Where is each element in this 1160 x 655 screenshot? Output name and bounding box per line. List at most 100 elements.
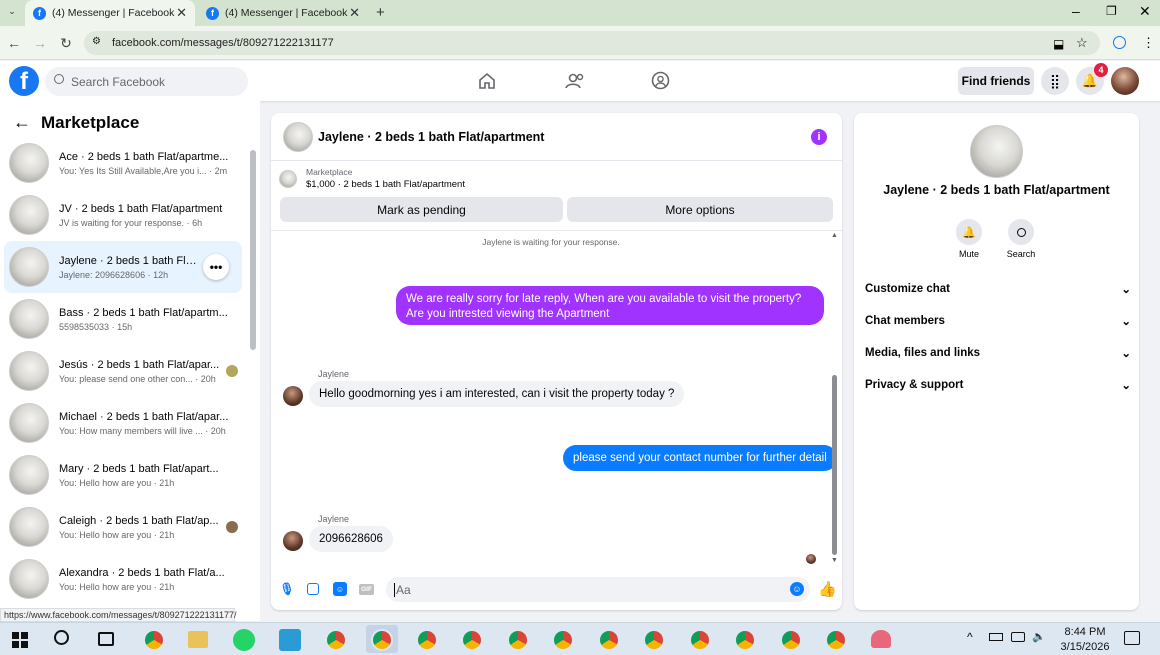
sender-avatar[interactable] bbox=[283, 386, 303, 406]
taskbar-search-icon[interactable] bbox=[54, 630, 69, 645]
chrome-icon[interactable] bbox=[143, 629, 165, 651]
taskbar-clock[interactable]: 8:44 PM 3/15/2026 bbox=[1050, 625, 1120, 655]
windows-taskbar bbox=[0, 622, 1160, 655]
chrome-profile-icon[interactable] bbox=[598, 629, 620, 651]
listing-thumbnail bbox=[9, 559, 49, 599]
chrome-profile-icon[interactable] bbox=[416, 629, 438, 651]
sender-avatar[interactable] bbox=[283, 531, 303, 551]
conversation-name: Michael · 2 beds 1 bath Flat/apar... bbox=[59, 410, 229, 423]
back-arrow-icon[interactable]: ← bbox=[13, 112, 31, 133]
chat-avatar[interactable] bbox=[283, 121, 313, 152]
whatsapp-icon[interactable] bbox=[233, 629, 255, 651]
show-hidden-icons-icon[interactable]: ^ bbox=[967, 630, 973, 644]
photo-icon[interactable] bbox=[307, 583, 319, 595]
messages-scrollbar[interactable] bbox=[832, 375, 837, 555]
incoming-message[interactable]: 2096628606 bbox=[309, 526, 393, 552]
tab-messenger-2[interactable]: f (4) Messenger | Facebook ✕ bbox=[198, 0, 368, 26]
find-friends-button[interactable]: Find friends bbox=[958, 67, 1034, 95]
outgoing-message[interactable]: please send your contact number for furt… bbox=[563, 445, 837, 471]
voice-recorder-icon[interactable] bbox=[279, 629, 301, 651]
conversation-item[interactable]: Jesús · 2 beds 1 bath Flat/apar... You: … bbox=[4, 345, 242, 397]
home-icon[interactable] bbox=[478, 72, 496, 93]
windows-start-icon[interactable] bbox=[12, 632, 28, 648]
install-app-icon[interactable]: ⬓ bbox=[1053, 37, 1064, 51]
search-input[interactable]: Search Facebook bbox=[45, 67, 248, 96]
info-avatar[interactable] bbox=[970, 125, 1023, 178]
volume-icon[interactable]: 🔈 bbox=[1032, 630, 1046, 643]
conversation-item[interactable]: Alexandra · 2 beds 1 bath Flat/a... You:… bbox=[4, 553, 242, 605]
network-icon[interactable] bbox=[1011, 632, 1025, 642]
friends-icon[interactable] bbox=[565, 72, 585, 93]
media-files-links-section[interactable]: Media, files and links ⌄ bbox=[865, 343, 1131, 363]
browser-menu-icon[interactable]: ⋮ bbox=[1142, 35, 1155, 51]
chrome-profile-icon[interactable] bbox=[825, 629, 847, 651]
emoji-icon[interactable]: ☺ bbox=[790, 582, 804, 596]
forward-icon[interactable]: → bbox=[30, 33, 50, 53]
back-icon[interactable]: ← bbox=[4, 33, 24, 53]
menu-grid-icon[interactable]: ⣿ bbox=[1041, 67, 1069, 95]
url-bar[interactable]: ⚙ facebook.com/messages/t/80927122213117… bbox=[84, 31, 1100, 55]
privacy-support-section[interactable]: Privacy & support ⌄ bbox=[865, 375, 1131, 395]
customize-chat-section[interactable]: Customize chat ⌄ bbox=[865, 279, 1131, 299]
conversation-item-selected[interactable]: Jaylene · 2 beds 1 bath Flat/a... Jaylen… bbox=[4, 241, 242, 293]
conversation-item[interactable]: Michael · 2 beds 1 bath Flat/apar... You… bbox=[4, 397, 242, 449]
site-settings-icon[interactable]: ⚙ bbox=[92, 36, 101, 47]
conversation-name: Alexandra · 2 beds 1 bath Flat/a... bbox=[59, 566, 225, 579]
chrome-profile-icon[interactable] bbox=[780, 629, 802, 651]
conversation-item[interactable]: Ace · 2 beds 1 bath Flat/apartme... You:… bbox=[4, 137, 242, 189]
sidebar-scrollbar[interactable] bbox=[250, 150, 256, 350]
chrome-profile-icon[interactable] bbox=[643, 629, 665, 651]
incoming-message[interactable]: Hello goodmorning yes i am interested, c… bbox=[309, 381, 685, 407]
chat-header: Jaylene · 2 beds 1 bath Flat/apartment bbox=[271, 113, 842, 161]
scroll-up-arrow-icon[interactable]: ▲ bbox=[831, 232, 838, 239]
conversation-item[interactable]: Caleigh · 2 beds 1 bath Flat/ap... You: … bbox=[4, 501, 242, 553]
conversation-item[interactable]: Mary · 2 beds 1 bath Flat/apart... You: … bbox=[4, 449, 242, 501]
chat-title[interactable]: Jaylene · 2 beds 1 bath Flat/apartment bbox=[318, 130, 544, 144]
chrome-profile-icon[interactable] bbox=[325, 629, 347, 651]
close-tab-icon[interactable]: ✕ bbox=[176, 5, 187, 21]
conversation-item[interactable]: Bass · 2 beds 1 bath Flat/apartm... 5598… bbox=[4, 293, 242, 345]
facebook-logo[interactable]: f bbox=[9, 66, 39, 96]
file-explorer-icon[interactable] bbox=[188, 631, 208, 648]
minimize-window-icon[interactable]: – bbox=[1072, 3, 1080, 19]
chrome-profile-icon[interactable] bbox=[461, 629, 483, 651]
outgoing-message[interactable]: We are really sorry for late reply, When… bbox=[396, 286, 824, 325]
bookmark-star-icon[interactable]: ☆ bbox=[1076, 35, 1088, 51]
chrome-profile-icon[interactable] bbox=[507, 629, 529, 651]
chat-members-section[interactable]: Chat members ⌄ bbox=[865, 311, 1131, 331]
listing-banner[interactable]: Marketplace $1,000 · 2 beds 1 bath Flat/… bbox=[279, 167, 465, 190]
gif-icon[interactable]: GIF bbox=[359, 584, 374, 595]
snipping-tool-icon[interactable] bbox=[871, 630, 891, 648]
more-options-button[interactable]: More options bbox=[567, 197, 833, 222]
battery-icon[interactable] bbox=[989, 633, 1003, 641]
account-avatar[interactable] bbox=[1111, 67, 1139, 95]
tab-messenger-1[interactable]: f (4) Messenger | Facebook ✕ bbox=[25, 0, 195, 26]
new-tab-button[interactable]: + bbox=[376, 4, 385, 21]
conversation-item[interactable]: JV · 2 beds 1 bath Flat/apartment JV is … bbox=[4, 189, 242, 241]
close-tab-icon[interactable]: ✕ bbox=[349, 5, 360, 21]
tab-search-button[interactable]: ⌄ bbox=[4, 6, 20, 20]
profile-icon[interactable] bbox=[1113, 36, 1126, 49]
groups-icon[interactable] bbox=[651, 71, 670, 93]
chrome-profile-icon[interactable] bbox=[371, 629, 393, 651]
notification-center-icon[interactable] bbox=[1124, 631, 1140, 645]
info-icon[interactable]: i bbox=[811, 129, 827, 145]
task-view-icon[interactable] bbox=[98, 632, 114, 646]
conversation-preview: You: How many members will live ... · 20… bbox=[59, 425, 226, 436]
search-icon[interactable] bbox=[1008, 219, 1034, 245]
chrome-profile-icon[interactable] bbox=[689, 629, 711, 651]
chrome-profile-icon[interactable] bbox=[552, 629, 574, 651]
mute-bell-icon[interactable]: 🔔 bbox=[956, 219, 982, 245]
sticker-icon[interactable]: ☺ bbox=[333, 582, 347, 596]
conversation-name: Jesús · 2 beds 1 bath Flat/apar... bbox=[59, 358, 220, 371]
reload-icon[interactable]: ↻ bbox=[56, 33, 76, 53]
scroll-down-arrow-icon[interactable]: ▼ bbox=[831, 557, 838, 564]
more-options-icon[interactable]: ••• bbox=[203, 254, 229, 280]
chrome-profile-icon[interactable] bbox=[734, 629, 756, 651]
restore-window-icon[interactable]: ❐ bbox=[1106, 4, 1117, 18]
close-window-icon[interactable]: ✕ bbox=[1139, 3, 1151, 20]
like-thumb-icon[interactable]: 👍 bbox=[818, 580, 837, 598]
message-input[interactable]: Aa bbox=[386, 577, 810, 602]
microphone-icon[interactable]: 🎙 bbox=[279, 582, 294, 596]
mark-as-pending-button[interactable]: Mark as pending bbox=[280, 197, 563, 222]
